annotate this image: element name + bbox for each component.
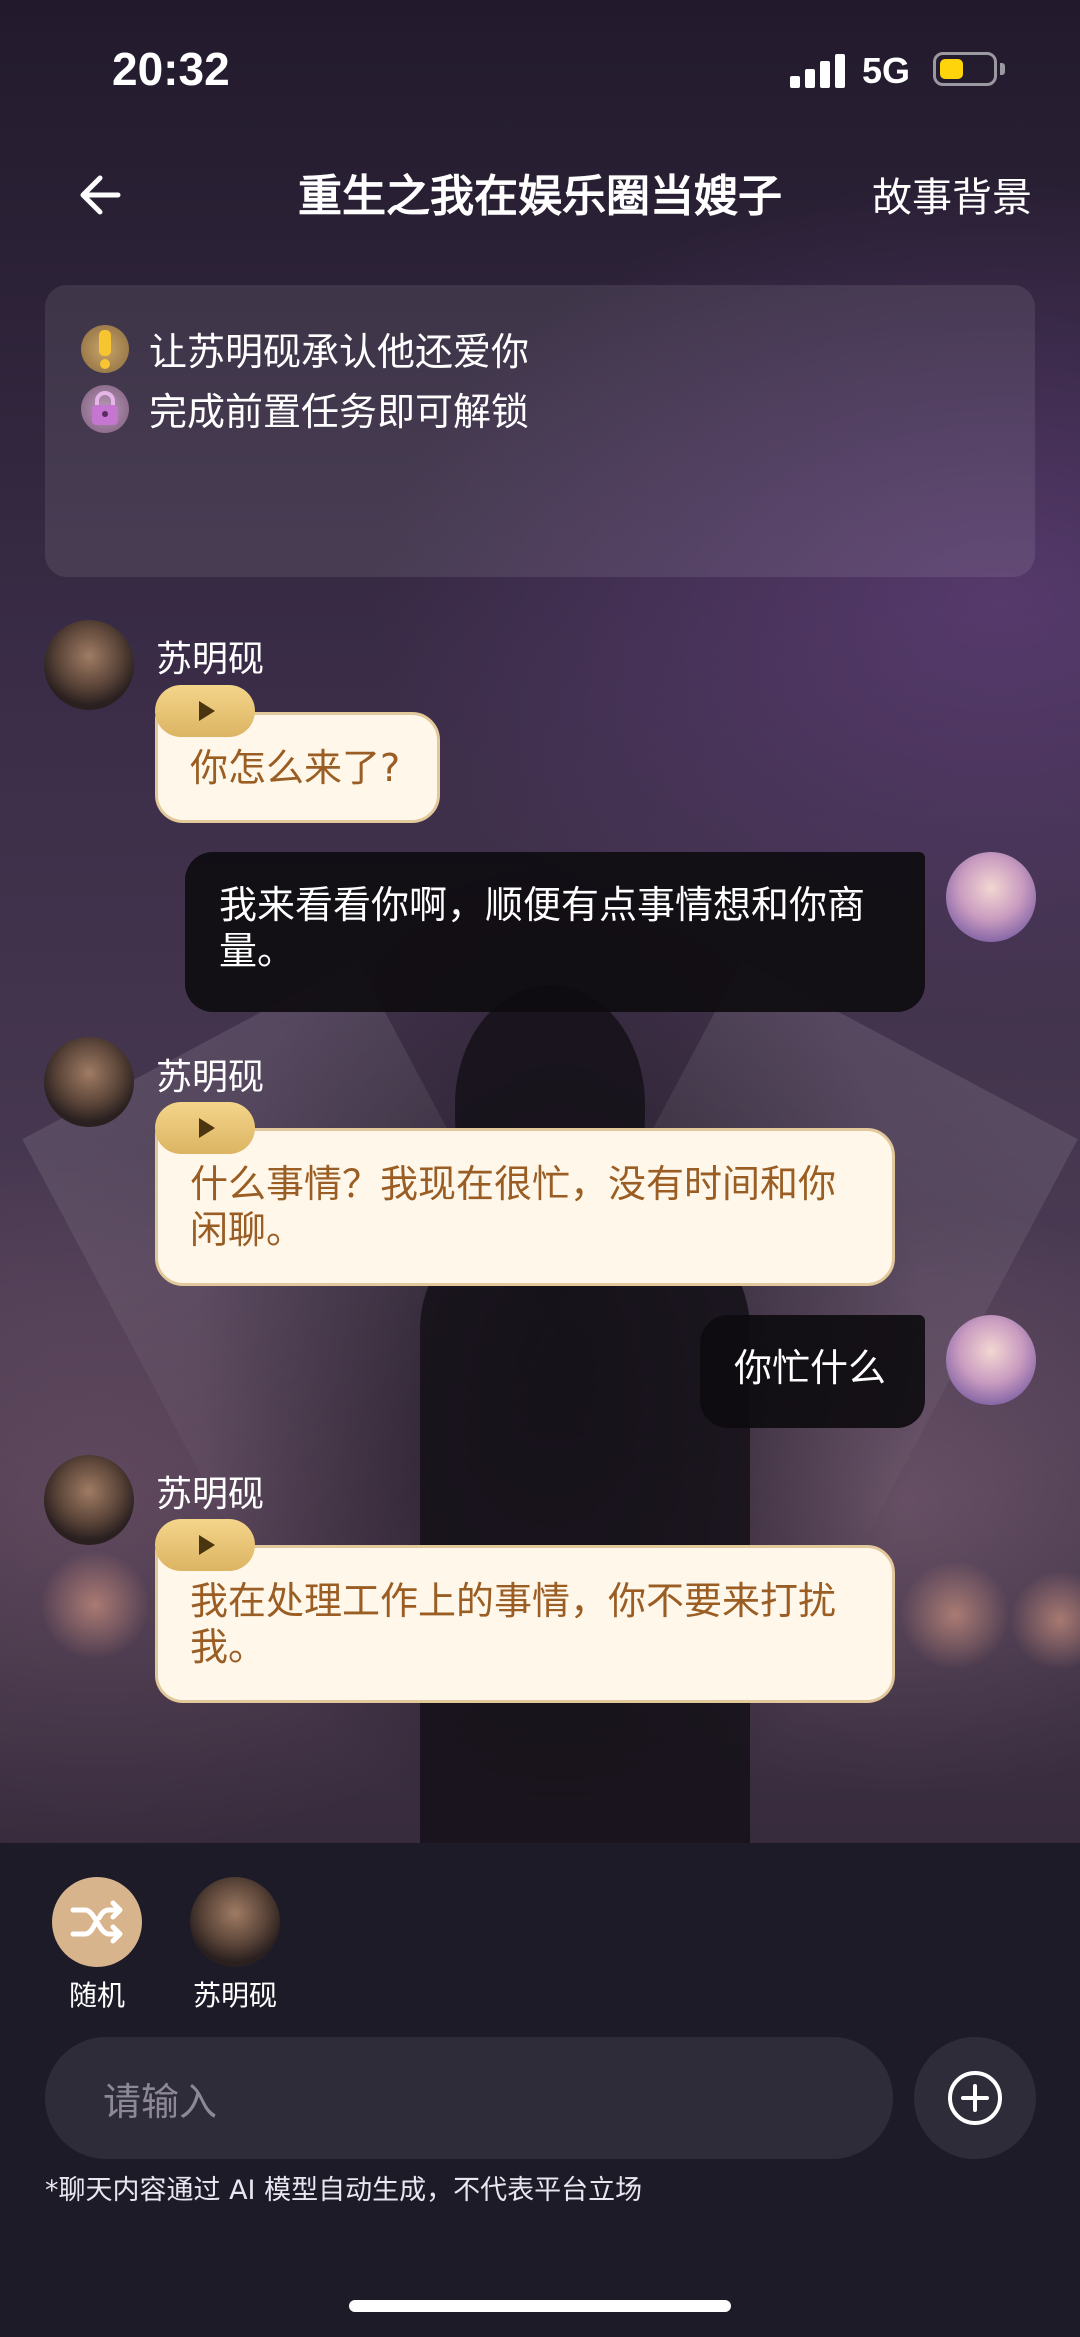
bokeh-light (40, 1550, 150, 1660)
character-name: 苏明砚 (156, 1474, 265, 1515)
message-input[interactable]: 请输入 (45, 2037, 893, 2159)
play-voice-button[interactable] (155, 1519, 255, 1571)
user-avatar[interactable] (946, 852, 1036, 942)
task-item: 完成前置任务即可解锁 (81, 381, 529, 436)
lock-icon (81, 384, 129, 433)
task-item: 让苏明砚承认他还爱你 (81, 321, 529, 376)
message-text: 什么事情？我现在很忙，没有时间和你闲聊。 (190, 1162, 837, 1252)
network-type: 5G (862, 50, 911, 91)
task-card: 让苏明砚承认他还爱你 完成前置任务即可解锁 (45, 285, 1035, 577)
chat-screen: 20:32 5G 重生之我在娱乐圈当嫂子 故事背景 让苏明砚承认他还爱你 完成前… (0, 0, 1080, 2337)
play-icon (199, 1535, 215, 1555)
task-text: 完成前置任务即可解锁 (149, 390, 530, 434)
message-text: 你怎么来了? (190, 746, 401, 790)
user-message-bubble: 你忙什么 (700, 1315, 925, 1428)
message-text: 我在处理工作上的事情，你不要来打扰我。 (190, 1579, 837, 1669)
home-indicator[interactable] (349, 2300, 731, 2312)
character-quick-avatar[interactable] (190, 1877, 280, 1967)
npc-message-bubble: 什么事情？我现在很忙，没有时间和你闲聊。 (155, 1128, 895, 1286)
battery-level (940, 59, 963, 79)
signal-icon (790, 52, 846, 88)
character-quick-label: 苏明砚 (192, 1979, 277, 2012)
user-message-bubble: 我来看看你啊，顺便有点事情想和你商量。 (185, 852, 925, 1012)
user-avatar[interactable] (946, 1315, 1036, 1405)
battery-icon (933, 52, 997, 86)
story-background-link[interactable]: 故事背景 (872, 165, 1032, 223)
battery-tip (1000, 63, 1005, 75)
shuffle-icon (70, 1900, 123, 1944)
ai-disclaimer: *聊天内容通过 AI 模型自动生成，不代表平台立场 (45, 2175, 643, 2206)
play-voice-button[interactable] (155, 685, 255, 737)
bokeh-light (900, 1560, 1010, 1670)
character-avatar[interactable] (44, 1037, 134, 1127)
random-button[interactable] (52, 1877, 142, 1967)
play-icon (199, 1118, 215, 1138)
npc-message-bubble: 我在处理工作上的事情，你不要来打扰我。 (155, 1545, 895, 1703)
play-voice-button[interactable] (155, 1102, 255, 1154)
bokeh-light (1010, 1570, 1080, 1670)
message-text: 我来看看你啊，顺便有点事情想和你商量。 (219, 883, 866, 973)
play-icon (199, 701, 215, 721)
message-text: 你忙什么 (734, 1346, 887, 1390)
character-name: 苏明砚 (156, 639, 265, 680)
random-label: 随机 (68, 1979, 125, 2012)
arrow-left-icon (80, 175, 121, 215)
task-text: 让苏明砚承认他还爱你 (149, 330, 530, 374)
status-time: 20:32 (112, 43, 230, 95)
character-avatar[interactable] (44, 620, 134, 710)
character-name: 苏明砚 (156, 1057, 265, 1098)
character-avatar[interactable] (44, 1455, 134, 1545)
page-title: 重生之我在娱乐圈当嫂子 (298, 171, 782, 222)
back-button[interactable] (70, 160, 140, 230)
background-silhouette (420, 1210, 750, 1850)
add-button[interactable] (914, 2037, 1036, 2159)
plus-circle-icon (948, 2071, 1002, 2125)
input-placeholder: 请输入 (103, 2079, 218, 2124)
exclamation-icon (81, 324, 129, 373)
